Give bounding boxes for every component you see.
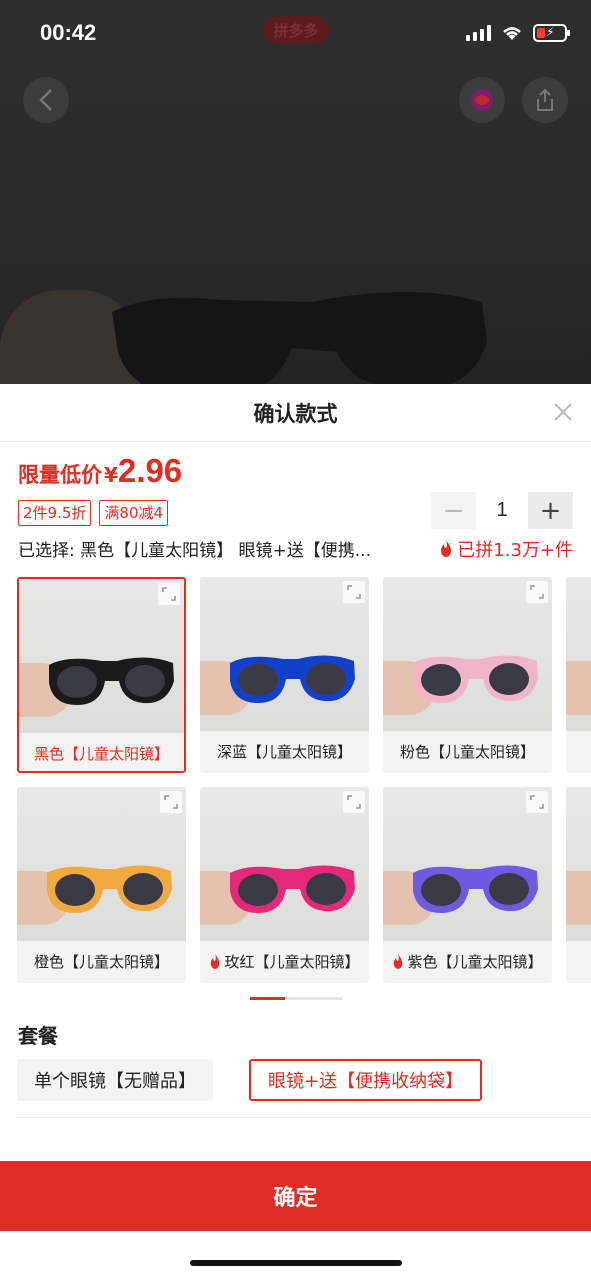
variant-card[interactable]: 紫色【儿童太阳镜】 (383, 787, 552, 983)
decrease-button[interactable]: − (431, 492, 476, 529)
variant-label: 玫红【儿童太阳镜】 (200, 945, 369, 979)
promo-tag: 2件9.5折 (18, 500, 92, 526)
variant-label-text: 粉色【儿童太阳镜】 (399, 743, 535, 761)
package-title: 套餐 (18, 1024, 58, 1048)
variant-label: 深蓝【儿童太阳镜】 (200, 735, 369, 769)
variant-card[interactable]: 粉色【儿童太阳镜】 (383, 577, 552, 773)
price-label: 限量低价 (18, 463, 102, 487)
variant-image (566, 577, 591, 731)
home-indicator (190, 1260, 402, 1266)
variant-grid: 黑色【儿童太阳镜】 深蓝【儿童太阳镜】 粉色【儿童太阳镜】 黄橙色【儿童太阳镜】 玫红【… (17, 577, 591, 992)
variant-label-text: 黑色【儿童太阳镜】 (33, 745, 169, 763)
sunglasses-image (49, 657, 174, 705)
price-row: 限量低价 ¥ 2.96 (18, 452, 182, 490)
expand-icon[interactable] (160, 791, 182, 813)
share-to-friend-button[interactable] (459, 77, 505, 123)
expand-icon[interactable] (526, 581, 548, 603)
sheet-title: 确认款式 (253, 402, 338, 426)
variant-label: 粉色【儿童太阳镜】 (383, 735, 552, 769)
variant-label-text: 橙色【儿童太阳镜】 (33, 953, 169, 971)
variant-card[interactable]: 深蓝【儿童太阳镜】 (200, 577, 369, 773)
flame-icon (441, 540, 452, 557)
variant-label: 黄 (566, 735, 591, 769)
variant-image (200, 577, 369, 731)
expand-icon[interactable] (343, 791, 365, 813)
quantity-stepper: − 1 + (431, 492, 573, 529)
product-page-backdrop[interactable]: 00:42 拼多多 ⚡ (0, 0, 591, 384)
package-option-single[interactable]: 单个眼镜【无赠品】 (17, 1059, 213, 1101)
product-image (112, 292, 487, 384)
variant-card[interactable]: 橙色【儿童太阳镜】 (17, 787, 186, 983)
sunglasses-image (413, 865, 538, 913)
sunglasses-image (230, 655, 355, 703)
sunglasses-image (230, 865, 355, 913)
hand-image (566, 661, 591, 715)
share-icon (537, 88, 553, 111)
sold-count-text: 已拼1.3万+件 (457, 540, 573, 561)
variant-image (566, 787, 591, 941)
brand-logo: 拼多多 (263, 16, 329, 44)
variant-selection-sheet: 确认款式 限量低价 ¥ 2.96 2件9.5折 满80减4 − 1 + 已选择:… (0, 384, 591, 1280)
variant-card[interactable]: 黄 (566, 577, 591, 773)
chevron-left-icon (39, 89, 52, 111)
variant-card[interactable]: 玫红【儿童太阳镜】 (200, 787, 369, 983)
price-value: 2.96 (117, 452, 183, 489)
expand-icon[interactable] (526, 791, 548, 813)
currency-symbol: ¥ (104, 463, 118, 487)
quantity-value[interactable]: 1 (476, 499, 528, 522)
expand-icon[interactable] (158, 583, 180, 605)
sheet-header: 确认款式 (0, 384, 591, 442)
variant-label: 紫色【儿童太阳镜】 (383, 945, 552, 979)
sunglasses-image (413, 655, 538, 703)
variant-label-text: 深蓝【儿童太阳镜】 (216, 743, 352, 761)
increase-button[interactable]: + (528, 492, 573, 529)
expand-icon[interactable] (343, 581, 365, 603)
battery-icon: ⚡ (533, 24, 570, 42)
hand-image (566, 871, 591, 925)
variant-image (383, 787, 552, 941)
variant-image (17, 787, 186, 941)
status-icons: ⚡ (466, 24, 570, 42)
signal-icon (466, 25, 491, 41)
variant-label: 橙色【儿童太阳镜】 (17, 945, 186, 979)
variant-label-text: 紫色【儿童太阳镜】 (407, 953, 543, 971)
promo-tags: 2件9.5折 满80减4 (18, 500, 169, 526)
variant-label: 浅 (566, 945, 591, 979)
flame-icon (211, 954, 220, 969)
variant-label-text: 玫红【儿童太阳镜】 (224, 953, 360, 971)
promo-tag: 满80减4 (99, 500, 169, 526)
variant-image (19, 579, 184, 733)
swirl-icon (471, 89, 493, 111)
variant-image (200, 787, 369, 941)
close-icon[interactable] (551, 400, 575, 424)
flame-icon (394, 954, 403, 969)
package-option-with-bag[interactable]: 眼镜+送【便携收纳袋】 (249, 1059, 483, 1101)
back-button[interactable] (23, 77, 69, 123)
confirm-button[interactable]: 确定 (0, 1161, 591, 1231)
grid-page-indicator (250, 997, 342, 1000)
status-time: 00:42 (40, 20, 97, 45)
variant-label: 黑色【儿童太阳镜】 (19, 737, 184, 771)
variant-card[interactable]: 浅 (566, 787, 591, 983)
divider (17, 1117, 591, 1118)
sold-count: 已拼1.3万+件 (439, 536, 573, 562)
sunglasses-image (47, 865, 172, 913)
wifi-icon (503, 27, 521, 40)
selected-summary: 已选择: 黑色【儿童太阳镜】 眼镜+送【便携... (18, 541, 371, 561)
variant-image (383, 577, 552, 731)
share-button[interactable] (522, 77, 568, 123)
variant-card[interactable]: 黑色【儿童太阳镜】 (17, 577, 186, 773)
